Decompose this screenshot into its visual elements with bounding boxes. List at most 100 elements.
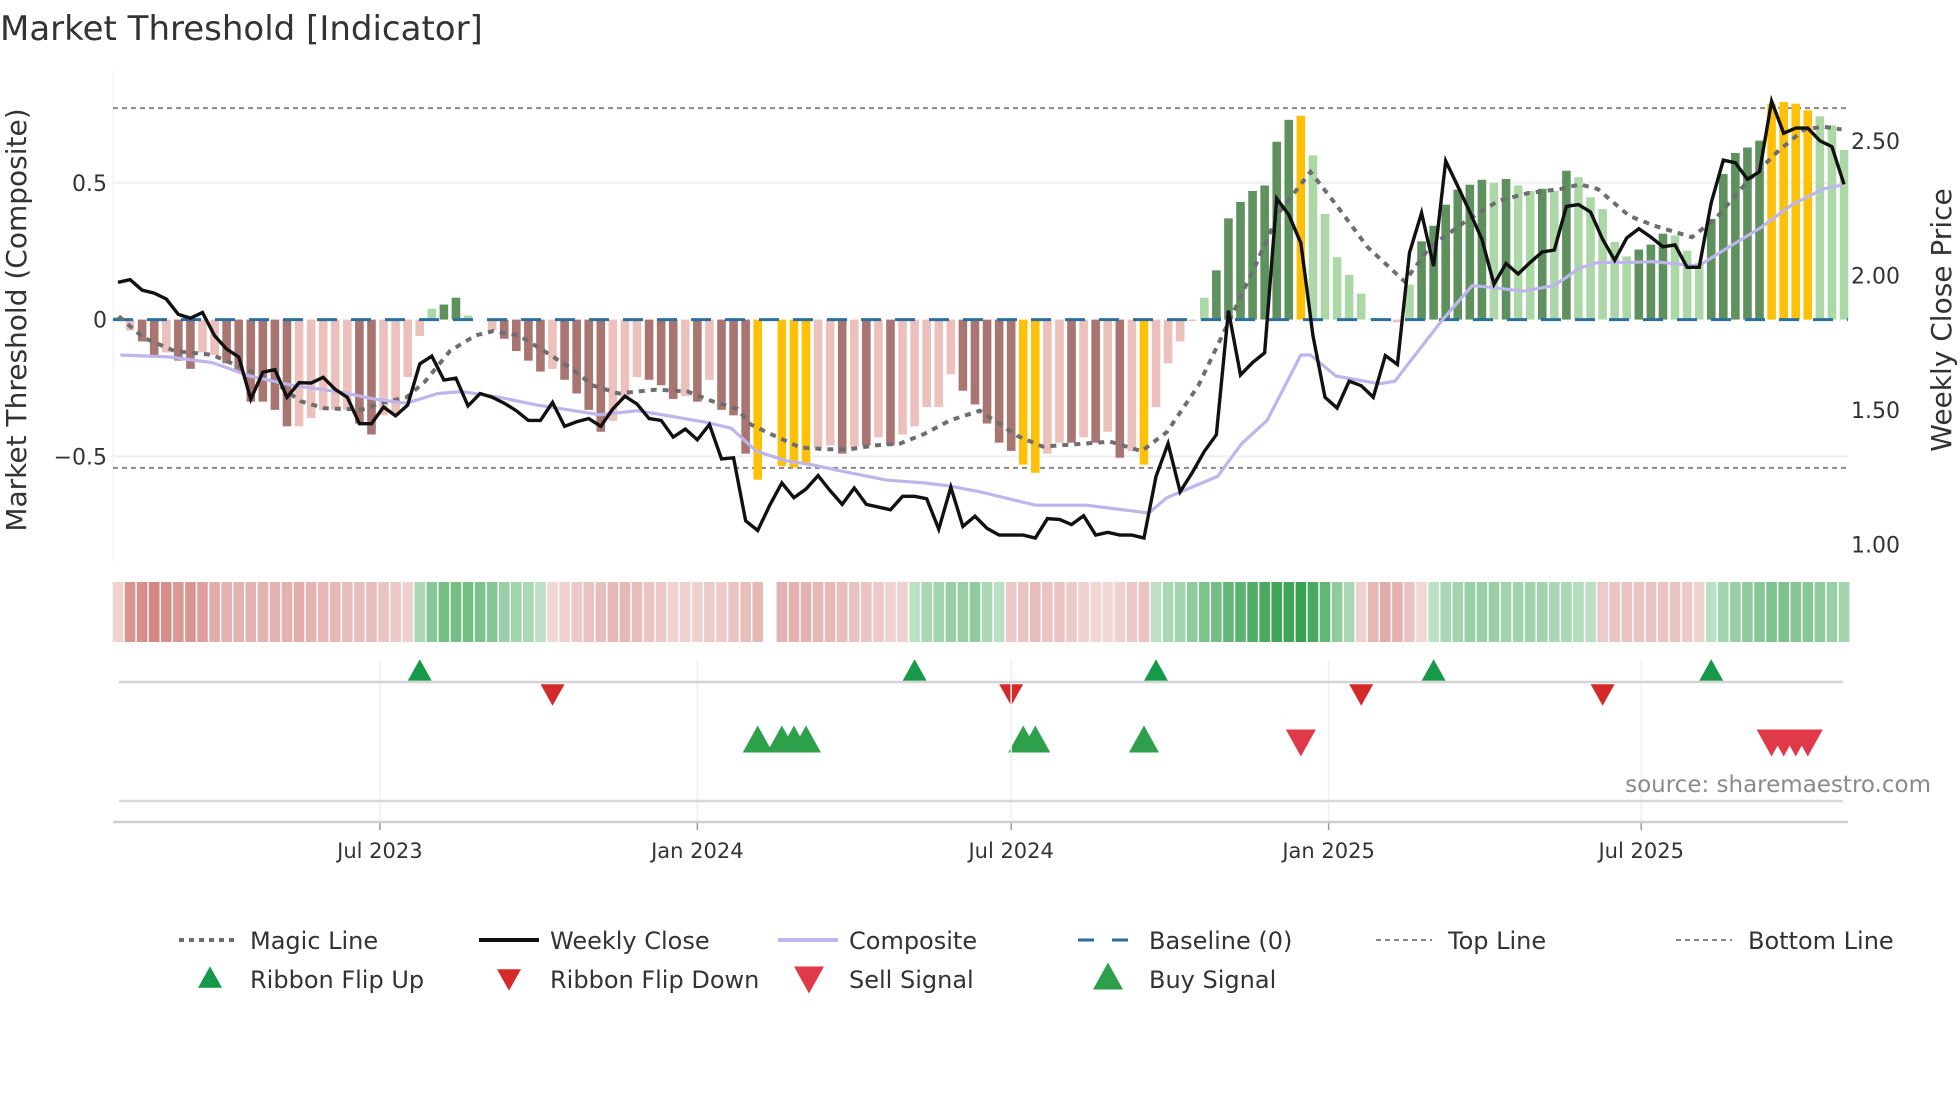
ribbon-cell xyxy=(619,582,631,642)
histogram-bar xyxy=(1079,319,1088,438)
ribbon-cell xyxy=(1440,582,1451,642)
ribbon-cell xyxy=(679,582,691,642)
ribbon-cell xyxy=(1259,582,1270,642)
ribbon-cell xyxy=(824,582,836,642)
ribbon-cell xyxy=(1573,582,1584,642)
histogram-bar xyxy=(656,319,666,386)
histogram-bar xyxy=(729,319,738,416)
ribbon-cell xyxy=(692,582,703,642)
ribbon-cell xyxy=(969,582,981,642)
left-tick-label: 0 xyxy=(93,309,107,334)
ribbon-cell xyxy=(1549,582,1560,642)
histogram-bar xyxy=(632,319,642,378)
right-tick-label: 1.50 xyxy=(1851,399,1900,424)
histogram-bar xyxy=(813,319,823,449)
ribbon-cell xyxy=(945,582,957,642)
ribbon-cell xyxy=(836,582,848,642)
histogram-bar xyxy=(1115,319,1125,458)
ribbon-cell xyxy=(1126,582,1138,642)
ribbon-cell xyxy=(1693,582,1705,642)
histogram-bar xyxy=(693,319,702,402)
ribbon-cell xyxy=(667,582,679,642)
histogram-bar xyxy=(1803,110,1813,320)
left-axis-title: Market Threshold (Composite) xyxy=(0,108,33,531)
ribbon-cell xyxy=(390,582,401,642)
ribbon-cell xyxy=(354,582,365,642)
ribbon-cell xyxy=(245,582,257,642)
ribbon xyxy=(112,582,1850,642)
ribbon-cell xyxy=(776,582,788,642)
ribbon-cell xyxy=(414,582,426,642)
ribbon-flip-down-marker xyxy=(540,684,565,706)
histogram-bar xyxy=(874,319,883,438)
ribbon-cell xyxy=(1030,582,1041,642)
right-tick-label: 2.50 xyxy=(1851,130,1900,155)
ribbon-cell xyxy=(1464,582,1476,642)
histogram-bar xyxy=(1043,319,1052,454)
ribbon-flip-down-marker xyxy=(1590,684,1615,706)
ribbon-cell xyxy=(1705,582,1717,642)
histogram-bar xyxy=(427,308,437,320)
ribbon-cell xyxy=(1162,582,1174,642)
ribbon-cell xyxy=(197,582,208,642)
histogram-bar xyxy=(1236,201,1245,320)
ribbon-cell xyxy=(1392,582,1403,642)
x-tick-label: Jan 2024 xyxy=(649,839,744,863)
histogram-bar xyxy=(1513,185,1523,320)
histogram-bar xyxy=(1067,319,1076,443)
ribbon-cell xyxy=(1186,582,1198,642)
ribbon-cell xyxy=(317,582,329,642)
ribbon-cell xyxy=(1669,582,1681,642)
ribbon-cell xyxy=(1428,582,1439,642)
ribbon-cell xyxy=(1235,582,1246,642)
ribbon-cell xyxy=(1814,582,1826,642)
chart-title: Market Threshold [Indicator] xyxy=(0,9,483,49)
histogram-bar xyxy=(1622,256,1632,320)
histogram-bar xyxy=(1634,249,1644,320)
ribbon-cell xyxy=(1150,582,1162,642)
buy-signal-marker xyxy=(1128,725,1159,753)
histogram-bar xyxy=(1550,190,1559,320)
ribbon-cell xyxy=(1114,582,1126,642)
histogram-bar xyxy=(741,319,750,454)
ribbon-cell xyxy=(607,582,619,642)
right-tick-label: 1.00 xyxy=(1851,534,1900,559)
histogram-bar xyxy=(149,319,159,356)
ribbon-cell xyxy=(595,582,607,642)
histogram-bar xyxy=(1031,319,1040,473)
histogram-bar xyxy=(1344,274,1354,320)
x-tick-label: Jul 2024 xyxy=(966,839,1053,863)
ribbon-cell xyxy=(1319,582,1331,642)
histogram-bar xyxy=(1598,209,1607,320)
histogram-bar xyxy=(934,319,944,408)
histogram-bar xyxy=(825,319,835,446)
ribbon-cell xyxy=(1271,582,1283,642)
ribbon-cell xyxy=(1138,582,1150,642)
ribbon-cell xyxy=(1247,582,1258,642)
ribbon-cell xyxy=(1174,582,1186,642)
ribbon-cell xyxy=(1307,582,1319,642)
ribbon-cell xyxy=(1367,582,1379,642)
histogram-bar xyxy=(1151,319,1161,408)
ribbon-cell xyxy=(1524,582,1536,642)
histogram-bar xyxy=(1815,116,1825,320)
ribbon-flip-up-marker xyxy=(407,659,432,681)
ribbon-cell xyxy=(1452,582,1464,642)
histogram-bar xyxy=(572,319,581,394)
ribbon-cell xyxy=(1066,582,1077,642)
ribbon-cell xyxy=(305,582,317,642)
histogram-bar xyxy=(258,319,268,402)
ribbon-cell xyxy=(740,582,751,642)
histogram-bar xyxy=(1706,218,1716,320)
histogram-bar xyxy=(717,319,726,410)
histogram-bar xyxy=(403,319,412,378)
legend-label: Magic Line xyxy=(250,927,378,955)
ribbon-cell xyxy=(1355,582,1367,642)
ribbon-cell xyxy=(1380,582,1391,642)
ribbon-cell xyxy=(1754,582,1765,642)
histogram-bar xyxy=(415,319,425,337)
histogram-bar xyxy=(1731,152,1740,320)
ribbon-cell xyxy=(1223,582,1234,642)
ribbon-cell xyxy=(1585,582,1596,642)
ribbon-cell xyxy=(1621,582,1633,642)
